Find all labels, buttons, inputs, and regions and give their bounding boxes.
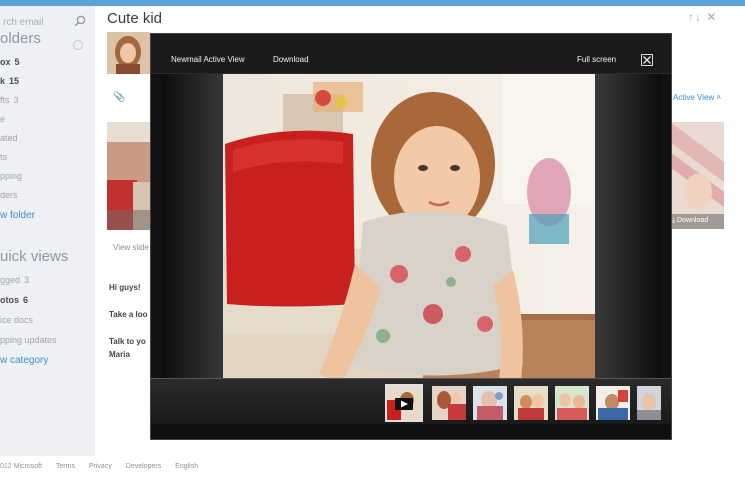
message-body-line: Talk to yo	[109, 337, 146, 346]
quick-view-count: 6	[23, 295, 29, 305]
message-actions[interactable]: ↑↓ ✕	[688, 10, 717, 24]
folder-label: ated	[0, 133, 18, 143]
thumbnail-photo[interactable]	[432, 386, 466, 420]
folder-item[interactable]: fts 3	[0, 95, 19, 105]
active-view-link[interactable]: Active View ˄	[673, 93, 721, 102]
footer: 012 Microsoft Terms Privacy Developers E…	[0, 463, 210, 470]
quick-view-label: otos	[0, 295, 19, 305]
footer-link-terms[interactable]: Terms	[56, 463, 75, 470]
thumbnail-video[interactable]	[385, 384, 423, 422]
active-view-viewer: Newmail Active View Download Full screen	[151, 34, 671, 439]
viewer-download-button[interactable]: Download	[273, 55, 309, 64]
full-screen-button[interactable]: Full screen	[577, 55, 616, 64]
folder-label: k	[0, 76, 6, 86]
thumbnail-photo[interactable]	[473, 386, 507, 420]
thumbnail-photo[interactable]	[637, 386, 661, 420]
viewer-title: Newmail Active View	[171, 55, 245, 64]
folder-count: 5	[14, 57, 20, 67]
sidebar: rch email olders ox 5 k 15 fts 3 e ated ts …	[0, 6, 95, 456]
message-subject: Cute kid	[107, 10, 163, 27]
viewer-bottom-bar	[151, 424, 671, 439]
quick-view-item[interactable]: ice docs	[0, 315, 33, 325]
folder-label: pping	[0, 171, 23, 181]
footer-link-developers[interactable]: Developers	[126, 463, 161, 470]
new-category-link[interactable]: w category	[0, 355, 48, 366]
folder-label: e	[0, 114, 6, 124]
thumbnail-photo[interactable]	[514, 386, 548, 420]
quick-view-label: ice docs	[0, 315, 34, 325]
top-strip	[0, 0, 745, 6]
folder-item[interactable]: ts	[0, 152, 7, 162]
folder-item[interactable]: ders	[0, 190, 18, 200]
thumbnail-strip	[151, 378, 671, 424]
quick-view-item[interactable]: pping updates	[0, 335, 57, 345]
attachment-icon: 📎	[113, 92, 126, 103]
folder-label: ders	[0, 190, 18, 200]
quick-view-count: 3	[24, 275, 30, 285]
message-body-line: Hi guys!	[109, 283, 141, 292]
new-folder-link[interactable]: w folder	[0, 210, 35, 221]
folders-heading: olders	[0, 30, 41, 47]
quick-view-item[interactable]: gged 3	[0, 275, 29, 285]
folder-label: ts	[0, 152, 8, 162]
folder-item[interactable]: ox 5	[0, 57, 20, 67]
folder-item[interactable]: pping	[0, 171, 22, 181]
close-icon[interactable]	[641, 54, 653, 66]
quick-view-label: pping updates	[0, 335, 57, 345]
view-slideshow-link[interactable]: View slide	[113, 243, 149, 252]
quick-view-item[interactable]: otos 6	[0, 295, 28, 305]
copyright-text: 012 Microsoft	[0, 463, 43, 470]
folder-item[interactable]: e	[0, 114, 5, 124]
search-placeholder: rch email	[3, 17, 44, 28]
footer-link-privacy[interactable]: Privacy	[89, 463, 112, 470]
attachment-thumbnail[interactable]	[670, 122, 724, 229]
message-body-line: Take a loo	[109, 310, 148, 319]
main-photo	[223, 74, 595, 416]
folder-item[interactable]: ated	[0, 133, 18, 143]
quick-views-heading: uick views	[0, 248, 69, 265]
folder-count: 15	[9, 76, 20, 86]
search-icon[interactable]	[74, 15, 86, 27]
quick-view-label: gged	[0, 275, 21, 285]
download-link[interactable]: ⤓ Download	[672, 217, 708, 225]
folder-label: fts	[0, 95, 10, 105]
folder-item[interactable]: k 15	[0, 76, 19, 86]
avatar	[107, 32, 150, 74]
thumbnail-photo[interactable]	[596, 386, 630, 420]
folder-count: 3	[13, 95, 19, 105]
thumbnail-photo[interactable]	[555, 386, 589, 420]
folder-label: ox	[0, 57, 11, 67]
message-body-line: Maria	[109, 350, 130, 359]
viewer-toolbar: Newmail Active View Download Full screen	[151, 34, 671, 74]
footer-link-language[interactable]: English	[175, 463, 198, 470]
folder-options-icon[interactable]	[73, 40, 83, 50]
attachment-thumbnail[interactable]	[107, 122, 151, 230]
